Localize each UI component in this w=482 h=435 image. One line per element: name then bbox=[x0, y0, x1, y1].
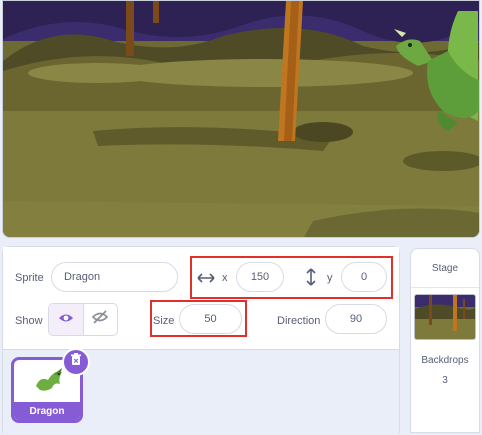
size-label: Size bbox=[153, 315, 175, 327]
trash-icon bbox=[70, 353, 82, 371]
y-label: y bbox=[327, 272, 333, 284]
y-arrows-icon bbox=[305, 268, 317, 291]
stage-scene bbox=[3, 1, 479, 237]
size-input[interactable]: 50 bbox=[179, 304, 242, 334]
direction-label: Direction bbox=[277, 315, 321, 327]
show-hidden-button[interactable] bbox=[84, 304, 118, 335]
sprite-name-value: Dragon bbox=[64, 271, 101, 283]
backdrops-label: Backdrops bbox=[421, 355, 469, 366]
x-label: x bbox=[222, 272, 228, 284]
direction-input[interactable]: 90 bbox=[325, 304, 387, 334]
y-input[interactable]: 0 bbox=[341, 262, 387, 292]
sprite-info-area: Sprite Dragon x 150 y 0 Show Size 50 Dir… bbox=[3, 247, 399, 349]
show-visible-button[interactable] bbox=[49, 304, 84, 335]
stage-selector-panel[interactable]: Stage Backdrops 3 bbox=[410, 248, 480, 433]
delete-sprite-button[interactable] bbox=[62, 348, 90, 376]
eye-icon bbox=[58, 311, 74, 329]
eye-off-icon bbox=[92, 310, 109, 329]
x-input[interactable]: 150 bbox=[236, 262, 284, 292]
sprite-name-input[interactable]: Dragon bbox=[51, 262, 178, 292]
stage-panel-title: Stage bbox=[411, 249, 479, 288]
size-value: 50 bbox=[204, 313, 217, 325]
show-label: Show bbox=[15, 315, 43, 327]
sprite-tile-label: Dragon bbox=[14, 402, 80, 420]
stage-canvas[interactable] bbox=[2, 0, 480, 238]
x-arrows-icon bbox=[197, 271, 215, 289]
sprite-label: Sprite bbox=[15, 272, 44, 284]
backdrop-thumbnail[interactable] bbox=[414, 294, 476, 340]
direction-value: 90 bbox=[349, 313, 363, 325]
x-value: 150 bbox=[250, 271, 270, 283]
sprite-info-panel: Sprite Dragon x 150 y 0 Show Size 50 Dir… bbox=[2, 246, 400, 435]
y-value: 0 bbox=[360, 271, 368, 283]
dragon-icon bbox=[32, 368, 66, 399]
backdrops-count: 3 bbox=[442, 375, 448, 386]
show-toggle-group bbox=[48, 303, 118, 336]
